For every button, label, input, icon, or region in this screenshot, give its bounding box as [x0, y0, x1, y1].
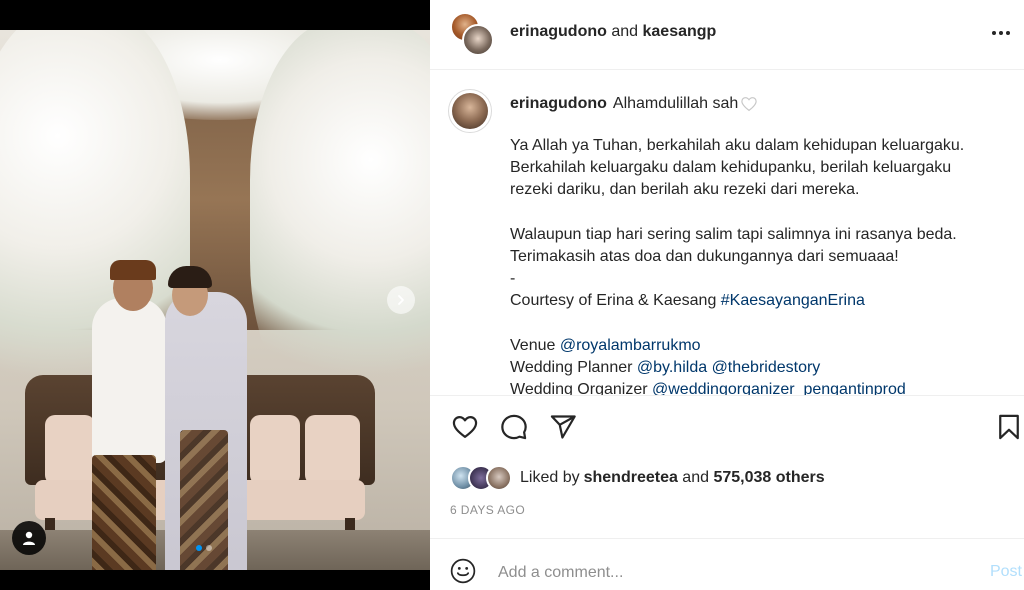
caption-line: Courtesy of Erina & Kaesang #Kaesayangan… — [510, 290, 1010, 312]
caption-line: Wedding Planner @by.hilda @thebridestory — [510, 357, 1010, 379]
bookmark-icon — [999, 414, 1019, 440]
courtesy-text: Courtesy of Erina & Kaesang — [510, 292, 721, 310]
carousel-next-button[interactable] — [387, 286, 415, 314]
caption-line: - — [510, 270, 516, 288]
caption-line: rezeki dariku, dan berilah aku rezeki da… — [510, 181, 860, 199]
more-icon — [992, 31, 1010, 35]
collab-avatars[interactable] — [450, 12, 494, 56]
caption-line: Berkahilah keluargaku dalam kehidupanku,… — [510, 159, 952, 177]
post-comment-button[interactable]: Post — [990, 563, 1022, 581]
planner-label: Wedding Planner — [510, 359, 637, 377]
wedding-photo[interactable] — [0, 30, 430, 570]
caption-line: Venue @royalambarrukmo — [510, 335, 1010, 357]
caption-text: Alhamdulillah sah — [612, 95, 739, 112]
post-timestamp[interactable]: 6 DAYS AGO — [450, 503, 525, 517]
likes-and: and — [677, 469, 714, 486]
save-button[interactable] — [994, 412, 1024, 442]
mention-link[interactable]: @weddingorganizer_pengantinprod — [652, 381, 906, 395]
heart-icon — [452, 415, 478, 439]
caption-line — [510, 202, 1010, 224]
emoji-icon — [450, 558, 476, 584]
share-button[interactable] — [548, 412, 578, 442]
likes-count-link[interactable]: 575,038 others — [713, 469, 824, 487]
avatar[interactable] — [462, 24, 494, 56]
likes-summary: Liked by shendreetea and 575,038 others — [450, 462, 825, 494]
heart-icon — [741, 97, 757, 112]
liker-username-link[interactable]: shendreetea — [584, 469, 678, 487]
post-header: erinagudono and kaesangp — [430, 0, 1024, 70]
mention-link[interactable]: @thebridestory — [712, 359, 821, 376]
likes-prefix: Liked by — [520, 469, 580, 486]
caption-first-line: erinagudono Alhamdulillah sah — [510, 93, 758, 115]
avatar — [486, 465, 512, 491]
mention-link[interactable]: @royalambarrukmo — [560, 337, 701, 354]
action-bar — [430, 395, 1024, 459]
comment-icon — [501, 414, 527, 440]
carousel-dot — [206, 545, 212, 551]
carousel-dot — [196, 545, 202, 551]
caption-body: Ya Allah ya Tuhan, berkahilah aku dalam … — [510, 135, 1010, 395]
chevron-right-icon — [398, 295, 404, 305]
liker-avatars[interactable] — [450, 465, 512, 491]
more-options-button[interactable] — [988, 20, 1014, 46]
carousel-indicator — [196, 545, 212, 551]
comment-button[interactable] — [499, 412, 529, 442]
share-icon — [550, 415, 576, 439]
caption-area: erinagudono Alhamdulillah sah Ya Allah y… — [430, 71, 1024, 395]
post-authors: erinagudono and kaesangp — [510, 23, 716, 41]
caption-line: Terimakasih atas doa dan dukungannya dar… — [510, 248, 899, 266]
venue-label: Venue — [510, 336, 560, 354]
post-media — [0, 0, 430, 590]
mention-link[interactable]: @by.hilda — [637, 359, 707, 376]
comment-composer: Post — [430, 538, 1024, 590]
organizer-label: Wedding Organizer — [510, 381, 652, 395]
avatar[interactable] — [448, 89, 492, 133]
comment-input[interactable] — [498, 561, 958, 585]
and-text: and — [611, 23, 639, 40]
author-username-link[interactable]: erinagudono — [510, 23, 607, 40]
caption-username-link[interactable]: erinagudono — [510, 93, 607, 115]
emoji-button[interactable] — [450, 558, 480, 588]
user-tag-icon — [23, 531, 35, 545]
caption-line: Ya Allah ya Tuhan, berkahilah aku dalam … — [510, 137, 965, 154]
hashtag-link[interactable]: #KaesayanganErina — [721, 292, 865, 309]
like-button[interactable] — [450, 412, 480, 442]
caption-line: Walaupun tiap hari sering salim tapi sal… — [510, 225, 957, 243]
user-tag-button[interactable] — [12, 521, 46, 555]
coauthor-username-link[interactable]: kaesangp — [643, 23, 717, 40]
caption-line: Wedding Organizer @weddingorganizer_peng… — [510, 379, 1010, 395]
post-details: erinagudono and kaesangp erinagudono Alh… — [430, 0, 1024, 590]
